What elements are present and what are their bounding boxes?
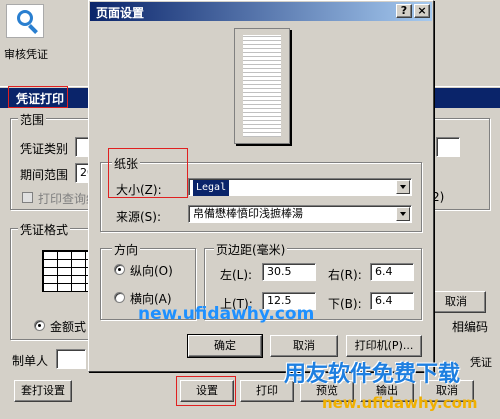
app-icon[interactable] [6,4,44,38]
bg-amount-label: 金额式 [50,320,87,334]
bg-right-cancel-button[interactable]: 取消 [426,291,486,313]
printer-button[interactable]: 打印机(P)... [346,335,422,357]
ok-button[interactable]: 确定 [187,334,263,358]
right-margin-label: 右(R): [328,268,362,282]
bg-title-highlight [8,86,68,108]
bg-period-label: 期间范围 [20,168,69,182]
size-select[interactable]: Legal [188,178,412,196]
settings-highlight [176,376,236,406]
app-icon-label: 审核凭证 [4,48,48,61]
bg-right-code-label: 相编码 [452,320,489,334]
bg-voucher-type-label: 凭证类别 [20,142,69,156]
watermark-brand: 用友软件免费下载 [284,362,461,387]
bg-bottom-right-text: 凭证 [470,356,492,369]
size-dropdown-icon[interactable] [396,180,410,194]
bg-creator-field[interactable] [56,349,86,369]
right-margin-input[interactable]: 6.4 [370,263,414,281]
source-label: 来源(S): [116,210,162,224]
bg-range-legend: 范围 [18,111,47,128]
source-dropdown-icon[interactable] [396,207,410,221]
bg-creator-label: 制单人 [12,354,49,368]
help-button[interactable]: ? [396,4,412,18]
left-margin-input[interactable]: 30.5 [262,263,316,281]
bg-right-field[interactable] [436,137,460,157]
size-label: 大小(Z): [116,183,162,197]
source-select[interactable]: 帛備懋棒憤印浅摭棒湯 [188,205,412,223]
bg-format-legend: 凭证格式 [18,221,71,238]
portrait-label: 纵向(O) [130,264,173,278]
size-value: Legal [193,180,230,196]
watermark-url: new.ufidawhy.com [138,304,315,324]
close-icon[interactable]: × [414,4,430,18]
bg-amount-radio[interactable] [34,320,45,331]
orientation-legend: 方向 [112,241,141,258]
template-settings-button[interactable]: 套打设置 [14,380,72,402]
watermark-brand-url: new.ufidawhy.com [322,394,478,412]
dialog-title-bar: 页面设置 [90,2,432,21]
source-value: 帛備懋棒憤印浅摭棒湯 [193,207,303,220]
bg-print-query-check[interactable] [22,192,33,203]
bottom-margin-input[interactable]: 6.4 [370,292,414,310]
paper-preview [234,28,290,144]
dialog-cancel-button[interactable]: 取消 [270,335,338,357]
margins-legend: 页边距(毫米) [214,241,288,258]
dialog-title: 页面设置 [96,6,145,20]
bottom-margin-label: 下(B): [328,297,362,311]
portrait-radio[interactable] [114,264,125,275]
left-margin-label: 左(L): [220,268,253,282]
landscape-radio[interactable] [114,292,125,303]
